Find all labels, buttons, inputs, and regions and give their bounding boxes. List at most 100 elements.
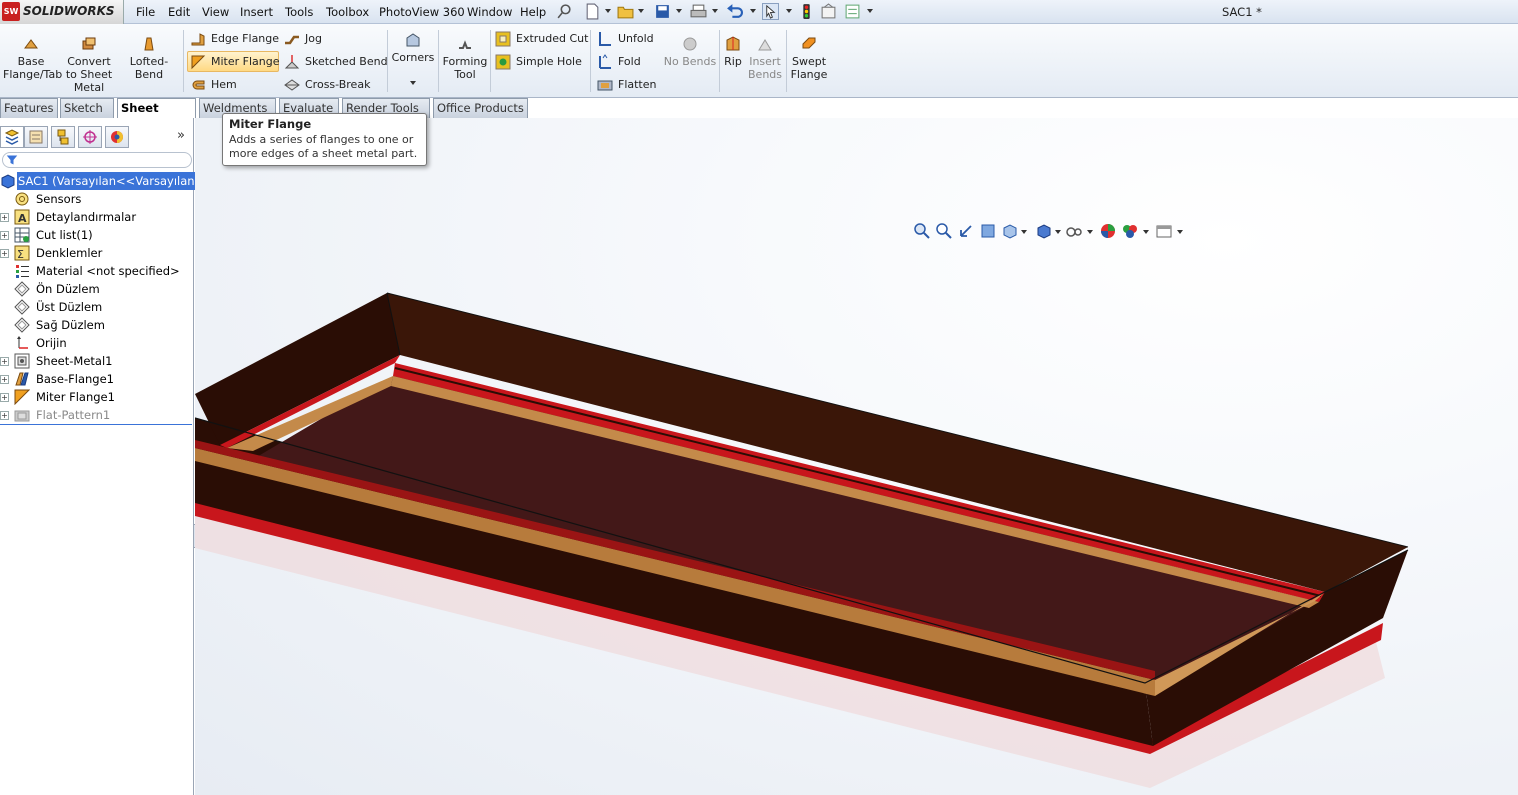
tree-expand-icon[interactable]: + — [0, 231, 9, 240]
edge-flange-button[interactable]: Edge Flange — [190, 29, 279, 49]
jog-button[interactable]: Jog — [284, 29, 334, 49]
apply-scene-caret[interactable] — [1143, 230, 1149, 234]
convert-to-sheet-metal-button[interactable]: Convert to Sheet Metal — [64, 28, 114, 94]
tab-office-products[interactable]: Office Products — [433, 98, 528, 118]
tree-item-detayland-rmalar[interactable]: + A Detaylandırmalar — [0, 208, 194, 226]
tree-item-miter-flange1[interactable]: + Miter Flange1 — [0, 388, 194, 406]
no-bends-button[interactable]: No Bends — [662, 28, 718, 68]
tree-item-label: Orijin — [36, 336, 67, 350]
fold-button[interactable]: Fold — [597, 52, 647, 72]
save-dropdown-caret[interactable] — [676, 9, 682, 13]
options-dropdown-caret[interactable] — [867, 9, 873, 13]
tree-root-part[interactable]: SAC1 (Varsayılan<<Varsayılan>_ — [0, 172, 211, 190]
rollback-bar[interactable] — [0, 424, 192, 425]
view-settings-icon[interactable] — [1155, 222, 1173, 240]
tree-expand-icon[interactable]: + — [0, 411, 9, 420]
tab-sheet-metal[interactable]: Sheet Metal — [117, 98, 196, 134]
annotations-icon: A — [14, 209, 30, 225]
tab-features[interactable]: Features — [0, 98, 58, 118]
tree-item-cut-list-1[interactable]: + Cut list(1) — [0, 226, 194, 244]
tree-item-n-d-zlem[interactable]: Ön Düzlem — [0, 280, 194, 298]
swept-flange-button[interactable]: Swept Flange — [789, 28, 829, 81]
print-icon[interactable] — [690, 3, 707, 20]
view-orientation-icon[interactable] — [1001, 222, 1019, 240]
dimxpert-tab[interactable] — [78, 126, 102, 148]
tree-expand-icon[interactable]: + — [0, 357, 9, 366]
tree-expand-icon[interactable]: + — [0, 213, 9, 222]
solidworks-logo[interactable]: SW SOLIDWORKS — [0, 0, 124, 24]
graphics-viewport[interactable] — [195, 118, 1518, 795]
menu-edit[interactable]: Edit — [168, 5, 190, 19]
tree-item-sa-d-zlem[interactable]: Sağ Düzlem — [0, 316, 194, 334]
lofted-bend-button[interactable]: Lofted-Bend — [118, 28, 180, 81]
sketched-bend-button[interactable]: Sketched Bend — [284, 52, 388, 72]
rip-button[interactable]: Rip — [722, 28, 744, 68]
previous-view-icon[interactable] — [957, 222, 975, 240]
tree-item-base-flange1[interactable]: + Base-Flange1 — [0, 370, 194, 388]
tree-filter-field[interactable] — [2, 152, 192, 168]
simple-hole-button[interactable]: Simple Hole — [495, 52, 582, 72]
forming-tool-button[interactable]: Forming Tool — [442, 28, 488, 81]
display-style-icon[interactable] — [1035, 222, 1053, 240]
hide-show-caret[interactable] — [1087, 230, 1093, 234]
tree-item-material-not-specified[interactable]: Material <not specified> — [0, 262, 194, 280]
cross-break-button[interactable]: Cross-Break — [284, 75, 370, 95]
menu-photoview[interactable]: PhotoView 360 — [379, 5, 465, 19]
panel-expand-chevron-icon[interactable]: » — [177, 128, 185, 143]
new-dropdown-caret[interactable] — [605, 9, 611, 13]
tree-item-denklemler[interactable]: + Σ Denklemler — [0, 244, 194, 262]
save-icon[interactable] — [654, 3, 671, 20]
tree-item-sheet-metal1[interactable]: + Sheet-Metal1 — [0, 352, 194, 370]
tree-expand-icon[interactable]: + — [0, 375, 9, 384]
undo-icon[interactable] — [726, 3, 743, 20]
tree-expand-icon[interactable]: + — [0, 393, 9, 402]
menu-toolbox[interactable]: Toolbox — [326, 5, 369, 19]
unfold-button[interactable]: Unfold — [597, 29, 657, 49]
corners-dropdown-caret[interactable] — [410, 81, 416, 85]
menu-view[interactable]: View — [202, 5, 229, 19]
apply-scene-icon[interactable] — [1121, 222, 1139, 240]
miter-flange-button[interactable]: Miter Flange — [187, 51, 280, 72]
open-dropdown-caret[interactable] — [638, 9, 644, 13]
view-orientation-caret[interactable] — [1021, 230, 1027, 234]
file-properties-icon[interactable] — [820, 3, 837, 20]
configuration-manager-tab[interactable] — [51, 126, 75, 148]
flatten-button[interactable]: Flatten — [597, 75, 657, 95]
new-document-icon[interactable] — [584, 3, 601, 20]
corners-button[interactable]: Corners — [391, 24, 435, 85]
hide-show-items-icon[interactable] — [1065, 222, 1083, 240]
tree-item-st-d-zlem[interactable]: Üst Düzlem — [0, 298, 194, 316]
menu-window[interactable]: Window — [467, 5, 512, 19]
options-icon[interactable] — [844, 3, 861, 20]
tree-item-sensors[interactable]: Sensors — [0, 190, 194, 208]
tab-sketch[interactable]: Sketch — [60, 98, 114, 118]
feature-tree-tab[interactable] — [0, 126, 24, 148]
select-cursor-icon[interactable] — [762, 3, 779, 20]
menu-insert[interactable]: Insert — [240, 5, 273, 19]
undo-dropdown-caret[interactable] — [750, 9, 756, 13]
view-settings-caret[interactable] — [1177, 230, 1183, 234]
zoom-to-fit-icon[interactable] — [913, 222, 931, 240]
section-view-icon[interactable] — [979, 222, 997, 240]
zoom-to-area-icon[interactable] — [935, 222, 953, 240]
hem-button[interactable]: Hem — [190, 75, 240, 95]
display-style-caret[interactable] — [1055, 230, 1061, 234]
pin-icon[interactable] — [556, 3, 573, 20]
menu-help[interactable]: Help — [520, 5, 546, 19]
select-dropdown-caret[interactable] — [786, 9, 792, 13]
tree-item-orijin[interactable]: Orijin — [0, 334, 194, 352]
tree-expand-icon[interactable]: + — [0, 249, 9, 258]
edit-appearance-icon[interactable] — [1099, 222, 1117, 240]
display-manager-tab[interactable] — [105, 126, 129, 148]
insert-bends-button[interactable]: Insert Bends — [747, 28, 783, 81]
menu-tools[interactable]: Tools — [285, 5, 313, 19]
menu-file[interactable]: File — [136, 5, 155, 19]
open-folder-icon[interactable] — [617, 3, 634, 20]
extruded-cut-button[interactable]: Extruded Cut — [495, 29, 588, 49]
base-flange-button[interactable]: Base Flange/Tab — [3, 28, 62, 81]
rebuild-icon[interactable] — [798, 3, 815, 20]
property-manager-tab[interactable] — [24, 126, 48, 148]
print-dropdown-caret[interactable] — [712, 9, 718, 13]
tree-item-flat-pattern1[interactable]: + Flat-Pattern1 — [0, 406, 194, 424]
sheet-metal-part-model[interactable] — [195, 118, 1518, 795]
